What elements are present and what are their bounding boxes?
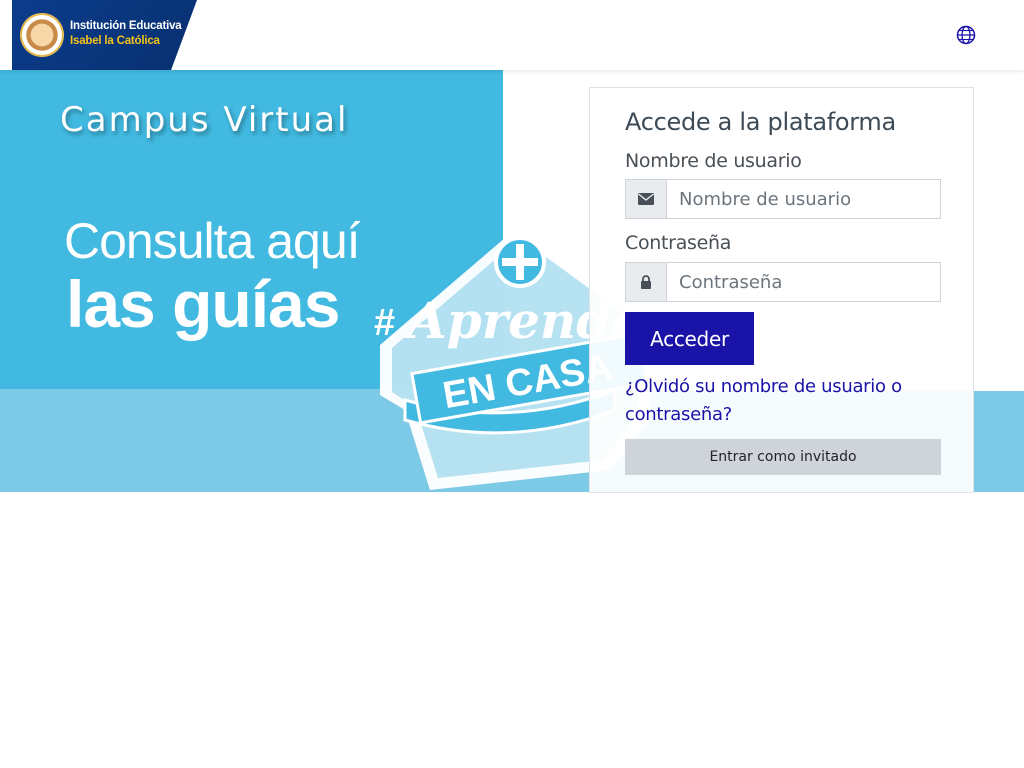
hero-subtitle-line1: Consulta aquí	[64, 213, 361, 269]
hero-subtitle-line2: las guías	[66, 267, 340, 341]
language-menu-button[interactable]	[955, 24, 977, 46]
site-logo[interactable]: Institución Educativa Isabel la Católica	[12, 0, 197, 70]
envelope-icon	[638, 193, 654, 205]
username-input[interactable]	[667, 180, 940, 218]
top-navbar: Institución Educativa Isabel la Católica	[0, 0, 1024, 70]
hero-title: Campus Virtual	[60, 100, 349, 140]
globe-icon	[956, 25, 976, 45]
guest-login-button[interactable]: Entrar como invitado	[625, 439, 941, 475]
password-label: Contraseña	[625, 232, 732, 254]
password-input-group	[625, 262, 941, 302]
login-title: Accede a la plataforma	[625, 108, 896, 136]
school-seal-icon	[20, 13, 64, 57]
lock-icon	[641, 275, 651, 289]
username-addon	[626, 180, 667, 218]
password-input[interactable]	[667, 263, 940, 301]
login-submit-button[interactable]: Acceder	[625, 312, 754, 365]
logo-text-line1: Institución Educativa	[70, 20, 182, 32]
forgot-password-link[interactable]: ¿Olvidó su nombre de usuario o contraseñ…	[625, 373, 945, 429]
login-card: Accede a la plataforma Nombre de usuario…	[589, 87, 974, 493]
password-addon	[626, 263, 667, 301]
username-label: Nombre de usuario	[625, 150, 802, 172]
username-input-group	[625, 179, 941, 219]
badge-hash: #	[374, 302, 395, 344]
logo-text-line2: Isabel la Católica	[70, 35, 160, 47]
